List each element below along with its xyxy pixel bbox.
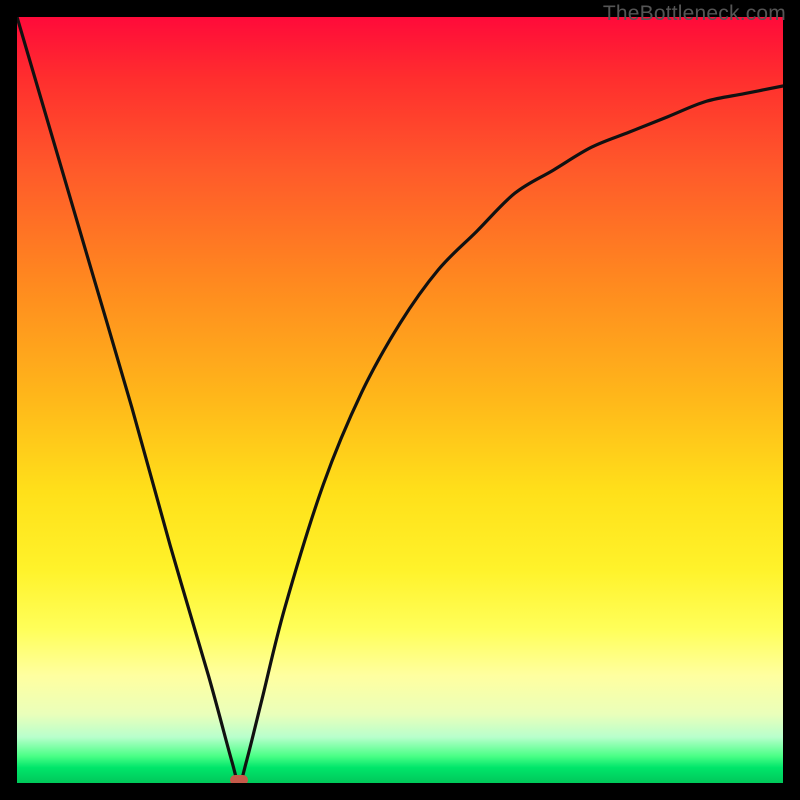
watermark-text: TheBottleneck.com	[603, 2, 786, 26]
minimum-marker	[230, 775, 248, 783]
plot-area	[17, 17, 783, 783]
bottleneck-curve	[17, 17, 783, 783]
